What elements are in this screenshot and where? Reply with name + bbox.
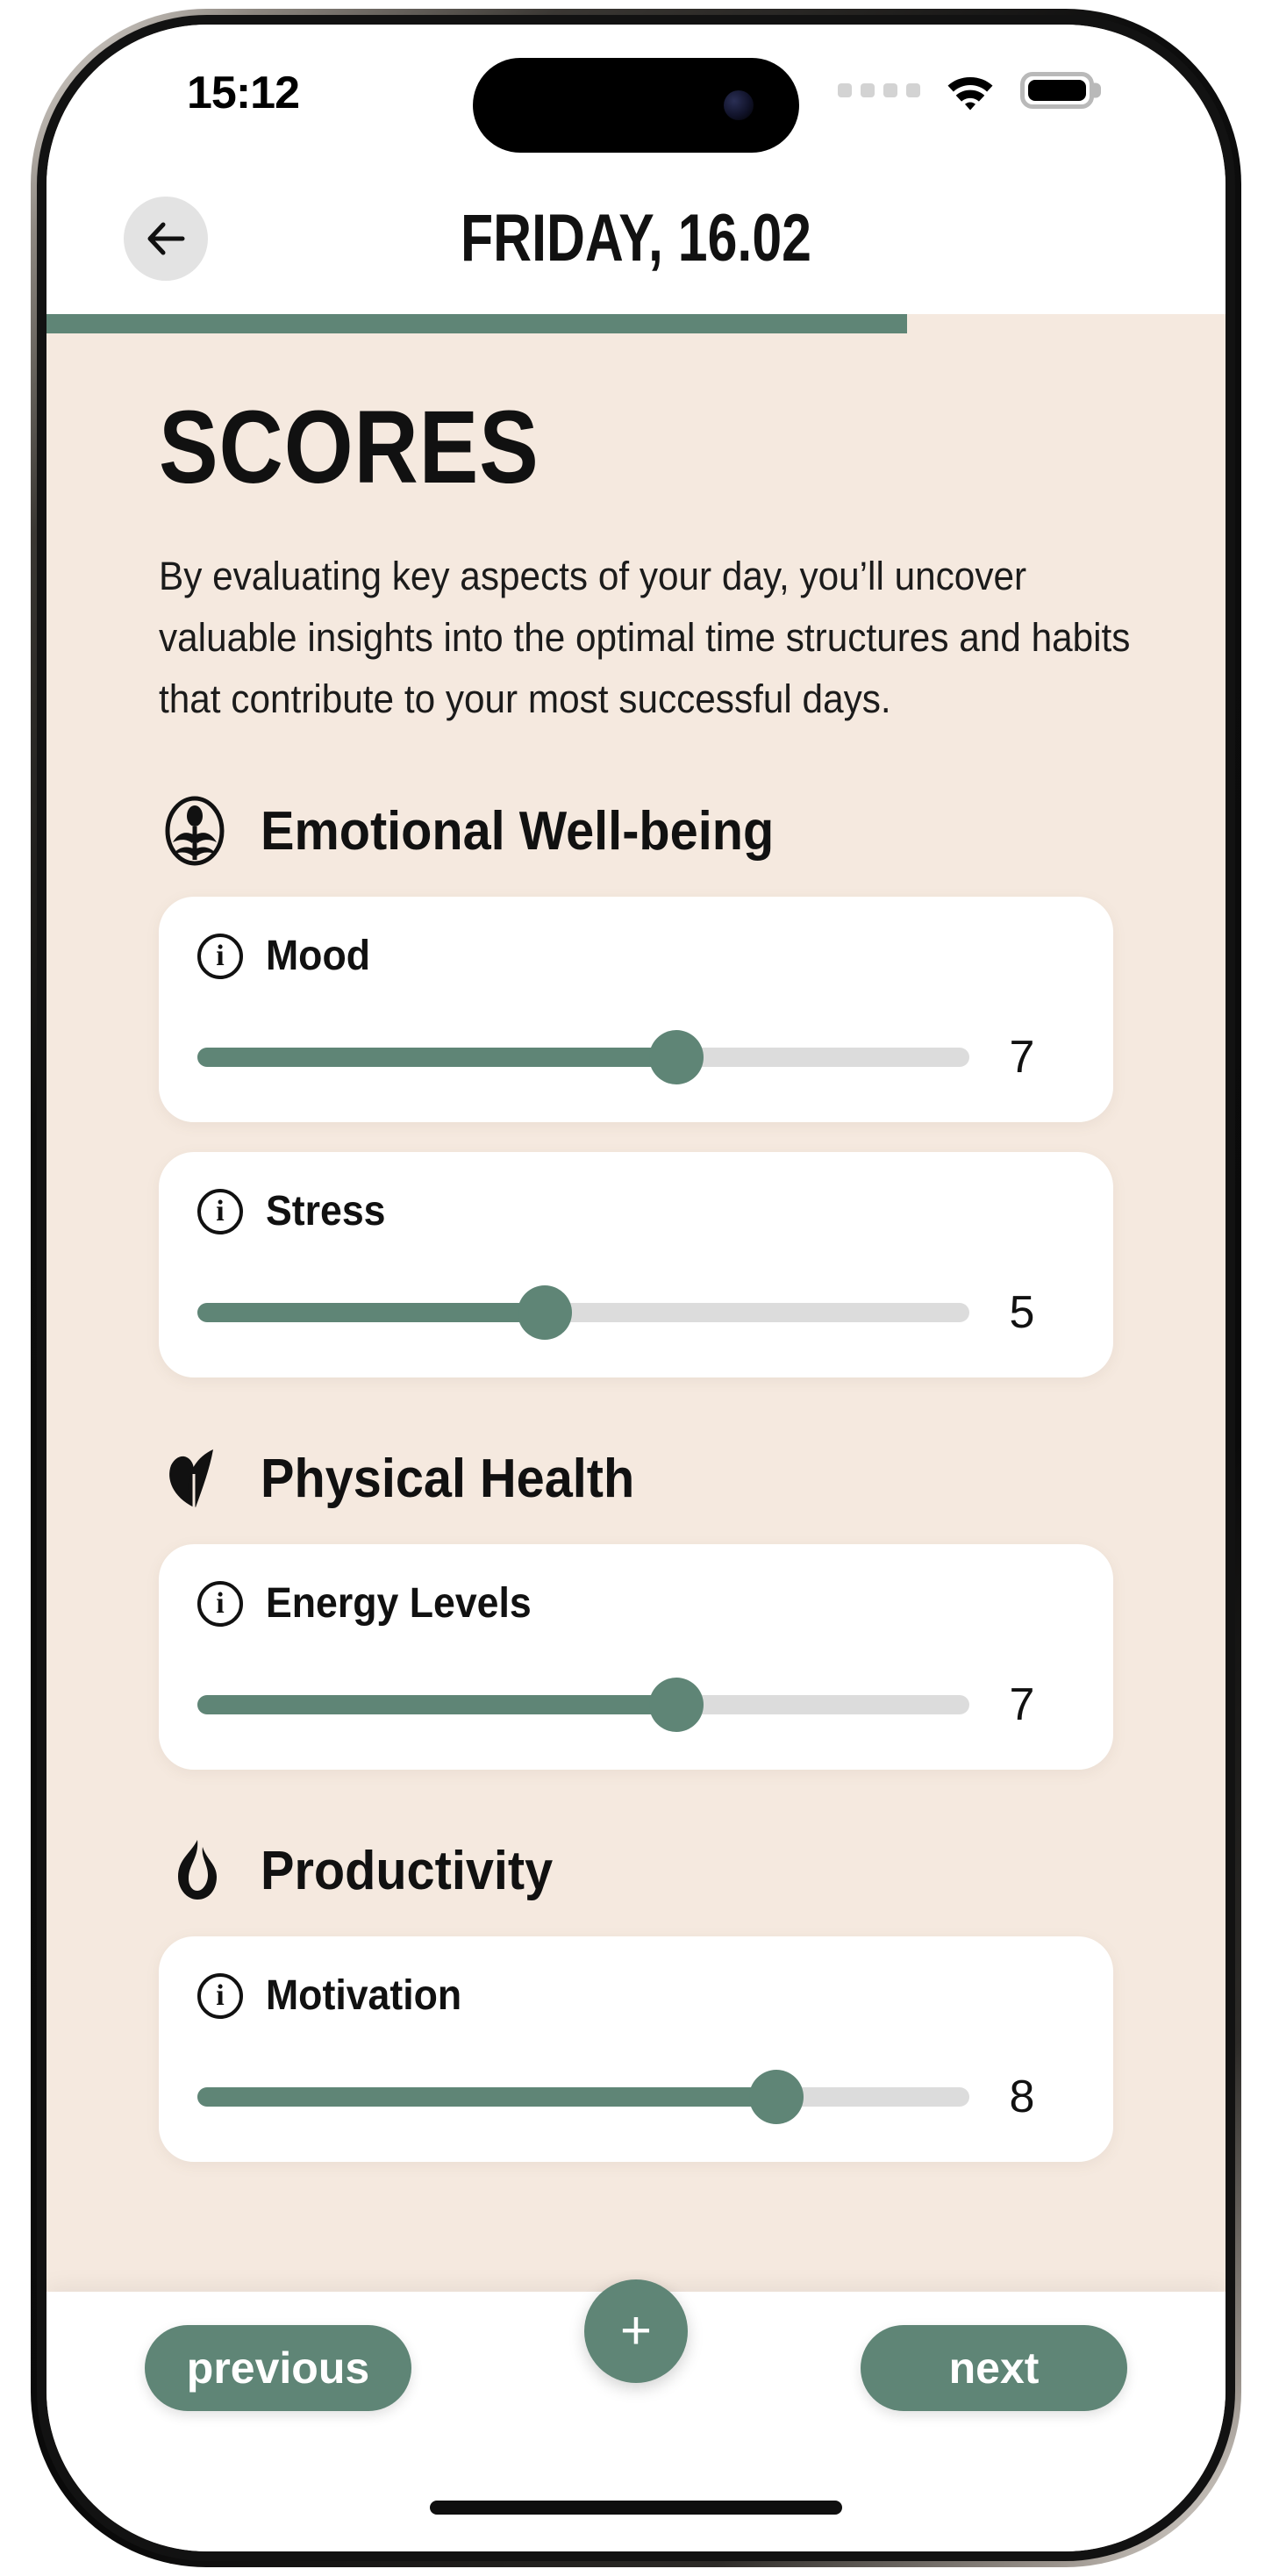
score-value: 7 [1009, 1679, 1035, 1730]
battery-full-icon [1020, 72, 1094, 109]
score-card: i Energy Levels 7 [159, 1544, 1113, 1770]
score-slider-thumb[interactable] [749, 2070, 804, 2124]
phone-bezel: 15:12 FRIDAY, 16.02 SCORES By evaluating… [37, 15, 1235, 2561]
info-icon[interactable]: i [197, 1188, 243, 1234]
score-slider[interactable] [197, 1030, 969, 1084]
next-button[interactable]: next [861, 2325, 1127, 2411]
front-camera-icon [724, 90, 754, 120]
info-icon[interactable]: i [197, 1580, 243, 1627]
phone-frame: 15:12 FRIDAY, 16.02 SCORES By evaluating… [31, 9, 1241, 2567]
score-slider-fill [197, 1695, 676, 1714]
dynamic-island [473, 58, 799, 153]
score-slider-row: 7 [197, 1030, 1075, 1084]
score-slider-fill [197, 1048, 676, 1067]
score-slider[interactable] [197, 2070, 969, 2124]
page-description: By evaluating key aspects of your day, y… [159, 554, 1131, 721]
section-physical-health: Physical Health i Energy Levels 7 [159, 1442, 1113, 1770]
flame-icon [159, 1835, 231, 1907]
score-label: Mood [266, 933, 370, 979]
score-label: Stress [266, 1188, 386, 1234]
page-title: SCORES [159, 390, 540, 505]
score-slider[interactable] [197, 1678, 969, 1732]
score-slider[interactable] [197, 1285, 969, 1340]
leaf-icon [159, 1442, 231, 1514]
score-slider-row: 5 [197, 1285, 1075, 1340]
head-profile-icon [159, 795, 231, 867]
flame-icon [178, 1840, 217, 1900]
screenshot-root: 15:12 FRIDAY, 16.02 SCORES By evaluating… [0, 0, 1272, 2576]
phone-screen: 15:12 FRIDAY, 16.02 SCORES By evaluating… [46, 25, 1226, 2551]
section-title: Productivity [261, 1840, 554, 1901]
info-icon[interactable]: i [197, 933, 243, 979]
score-slider-fill [197, 1303, 545, 1322]
section-title: Physical Health [261, 1448, 635, 1509]
scroll-content[interactable]: SCORES By evaluating key aspects of your… [46, 333, 1226, 2360]
section-emotional-well-being: Emotional Well-being i Mood 7 i Stress 5 [159, 795, 1113, 1377]
section-productivity: Productivity i Motivation 8 [159, 1835, 1113, 2162]
section-header: Physical Health [159, 1442, 1113, 1514]
score-value: 5 [1009, 1287, 1035, 1338]
score-slider-row: 7 [197, 1678, 1075, 1732]
score-card: i Mood 7 [159, 897, 1113, 1122]
score-slider-row: 8 [197, 2070, 1075, 2124]
score-slider-thumb[interactable] [518, 1285, 572, 1340]
status-time: 15:12 [187, 68, 300, 118]
signal-dots-icon [838, 83, 920, 97]
progress-bar-fill [46, 314, 908, 333]
score-label: Motivation [266, 1972, 462, 2019]
info-icon[interactable]: i [197, 1972, 243, 2019]
score-label: Energy Levels [266, 1580, 532, 1627]
sections-container: Emotional Well-being i Mood 7 i Stress 5 Physic… [159, 795, 1113, 2162]
status-indicators [838, 70, 1094, 111]
home-indicator[interactable] [430, 2501, 842, 2515]
plus-icon: + [619, 2301, 653, 2361]
previous-button[interactable]: previous [145, 2325, 411, 2411]
app-header: FRIDAY, 16.02 [46, 174, 1226, 314]
wifi-icon [943, 70, 997, 111]
bottom-navigation-bar: previous + next [46, 2279, 1226, 2551]
score-card: i Stress 5 [159, 1152, 1113, 1377]
progress-bar [46, 314, 1226, 333]
score-card-header: i Energy Levels [197, 1579, 1075, 1628]
score-slider-thumb[interactable] [648, 1678, 704, 1732]
status-bar: 15:12 [46, 25, 1226, 174]
add-entry-button[interactable]: + [584, 2279, 688, 2383]
score-slider-fill [197, 2087, 776, 2107]
score-card: i Motivation 8 [159, 1936, 1113, 2162]
score-card-header: i Stress [197, 1187, 1075, 1235]
page-date-title: FRIDAY, 16.02 [461, 201, 811, 275]
score-card-header: i Mood [197, 932, 1075, 980]
score-value: 7 [1009, 1032, 1035, 1083]
score-value: 8 [1009, 2072, 1035, 2122]
section-title: Emotional Well-being [261, 800, 775, 862]
section-header: Emotional Well-being [159, 795, 1113, 867]
score-slider-thumb[interactable] [648, 1030, 704, 1084]
section-header: Productivity [159, 1835, 1113, 1907]
leaf-icon [169, 1449, 213, 1509]
head-profile-icon [165, 796, 225, 866]
score-card-header: i Motivation [197, 1971, 1075, 2020]
